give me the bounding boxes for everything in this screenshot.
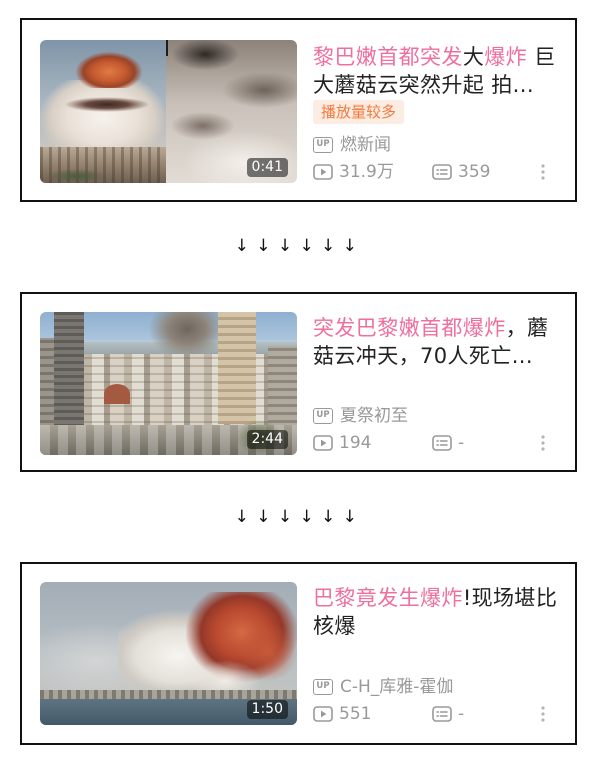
down-arrow-icon: ↓ bbox=[342, 236, 357, 256]
uploader-name: C-H_库雅-霍伽 bbox=[340, 677, 454, 697]
view-count: 551 bbox=[339, 704, 372, 724]
up-badge-icon: UP bbox=[313, 137, 333, 153]
more-options-icon[interactable] bbox=[540, 434, 546, 452]
video-title-line: 核爆 bbox=[313, 612, 571, 640]
down-arrow-icon: ↓ bbox=[299, 507, 314, 527]
title-keyword-highlight: 突发巴黎嫩首都爆炸 bbox=[313, 316, 506, 340]
danmaku-count-icon bbox=[432, 706, 452, 722]
up-badge-label: UP bbox=[316, 681, 330, 691]
title-keyword-highlight: 爆炸 bbox=[484, 45, 528, 69]
video-duration: 2:44 bbox=[246, 430, 288, 449]
up-badge-icon: UP bbox=[313, 408, 333, 424]
down-arrow-icon: ↓ bbox=[321, 236, 336, 256]
video-duration: 0:41 bbox=[246, 158, 288, 177]
danmaku-count: - bbox=[458, 704, 465, 724]
thumbnail-explosion-wide-view bbox=[40, 40, 166, 183]
title-text: 核爆 bbox=[313, 614, 356, 638]
play-count-icon bbox=[313, 164, 333, 180]
up-badge-label: UP bbox=[316, 410, 330, 420]
up-badge-icon: UP bbox=[313, 679, 333, 695]
video-title[interactable]: 突发巴黎嫩首都爆炸，蘑 菇云冲天，70人死亡... bbox=[313, 314, 571, 370]
danmaku-count-icon bbox=[432, 435, 452, 451]
video-title-line: 菇云冲天，70人死亡... bbox=[313, 342, 571, 370]
stats-row: 31.9万 359 bbox=[313, 162, 553, 182]
video-thumbnail[interactable]: 2:44 bbox=[40, 312, 297, 455]
danmaku-count: - bbox=[458, 433, 465, 453]
thumbnail-divider bbox=[166, 40, 168, 56]
video-title-line: 突发巴黎嫩首都爆炸，蘑 bbox=[313, 314, 571, 342]
uploader-name: 夏祭初至 bbox=[340, 406, 408, 426]
down-arrow-icon: ↓ bbox=[277, 507, 293, 527]
title-text: 菇云冲天，70人死亡... bbox=[313, 344, 533, 368]
view-count: 31.9万 bbox=[339, 162, 394, 182]
more-options-icon[interactable] bbox=[540, 705, 546, 723]
video-title[interactable]: 黎巴嫩首都突发大爆炸 巨 大蘑菇云突然升起 拍... bbox=[313, 43, 571, 99]
video-title[interactable]: 巴黎竟发生爆炸!现场堪比 核爆 bbox=[313, 584, 571, 640]
video-thumbnail[interactable]: 0:41 bbox=[40, 40, 297, 183]
down-arrow-icon: ↓ bbox=[234, 507, 249, 527]
down-arrow-icon: ↓ bbox=[234, 236, 249, 256]
title-text: 大 bbox=[462, 45, 485, 69]
video-title-line: 黎巴嫩首都突发大爆炸 巨 bbox=[313, 43, 571, 71]
down-arrow-icon: ↓ bbox=[256, 236, 271, 256]
title-text: 巨 bbox=[527, 45, 556, 69]
uploader-row: UP C-H_库雅-霍伽 bbox=[313, 677, 553, 697]
video-card[interactable]: 1:50 巴黎竟发生爆炸!现场堪比 核爆 UP C-H_库雅-霍伽 551 - bbox=[20, 562, 577, 745]
thumbnail-dome bbox=[104, 384, 130, 404]
thumbnail-tower bbox=[218, 312, 256, 424]
video-thumbnail[interactable]: 1:50 bbox=[40, 582, 297, 725]
video-card[interactable]: 2:44 突发巴黎嫩首都爆炸，蘑 菇云冲天，70人死亡... UP 夏祭初至 1… bbox=[20, 292, 577, 472]
view-count: 194 bbox=[339, 433, 372, 453]
up-badge-label: UP bbox=[316, 139, 330, 149]
danmaku-count: 359 bbox=[458, 162, 491, 182]
flow-arrows: ↓ ↓ ↓ ↓ ↓ ↓ bbox=[231, 507, 361, 527]
thumbnail-shockwave-ring bbox=[64, 97, 150, 112]
title-text: !现场堪比 bbox=[462, 586, 558, 610]
down-arrow-icon: ↓ bbox=[277, 236, 293, 256]
down-arrow-icon: ↓ bbox=[321, 507, 336, 527]
title-text: 大蘑菇云突然升起 拍... bbox=[313, 73, 534, 97]
uploader-row: UP 夏祭初至 bbox=[313, 406, 553, 426]
thumbnail-trees bbox=[48, 169, 106, 183]
video-title-line: 大蘑菇云突然升起 拍... bbox=[313, 71, 571, 99]
down-arrow-icon: ↓ bbox=[256, 507, 271, 527]
uploader-row: UP 燃新闻 bbox=[313, 135, 553, 155]
title-keyword-highlight: 巴黎竟发生爆炸 bbox=[313, 586, 463, 610]
popularity-badge: 播放量较多 bbox=[313, 100, 405, 124]
video-title-line: 巴黎竟发生爆炸!现场堪比 bbox=[313, 584, 571, 612]
thumbnail-mushroom-cap bbox=[76, 52, 142, 88]
down-arrow-icon: ↓ bbox=[299, 236, 314, 256]
flow-arrows: ↓ ↓ ↓ ↓ ↓ ↓ bbox=[231, 236, 361, 256]
title-text: ，蘑 bbox=[505, 316, 549, 340]
danmaku-count-icon bbox=[432, 164, 452, 180]
more-options-icon[interactable] bbox=[540, 163, 546, 181]
thumbnail-smoke-plume bbox=[148, 312, 226, 360]
play-count-icon bbox=[313, 706, 333, 722]
title-keyword-highlight: 黎巴嫩首都突发 bbox=[313, 45, 463, 69]
down-arrow-icon: ↓ bbox=[342, 507, 357, 527]
uploader-name: 燃新闻 bbox=[340, 135, 391, 155]
play-count-icon bbox=[313, 435, 333, 451]
stats-row: 194 - bbox=[313, 433, 553, 453]
video-card[interactable]: 0:41 黎巴嫩首都突发大爆炸 巨 大蘑菇云突然升起 拍... 播放量较多 UP… bbox=[20, 18, 577, 202]
video-duration: 1:50 bbox=[246, 700, 288, 719]
stats-row: 551 - bbox=[313, 704, 553, 724]
